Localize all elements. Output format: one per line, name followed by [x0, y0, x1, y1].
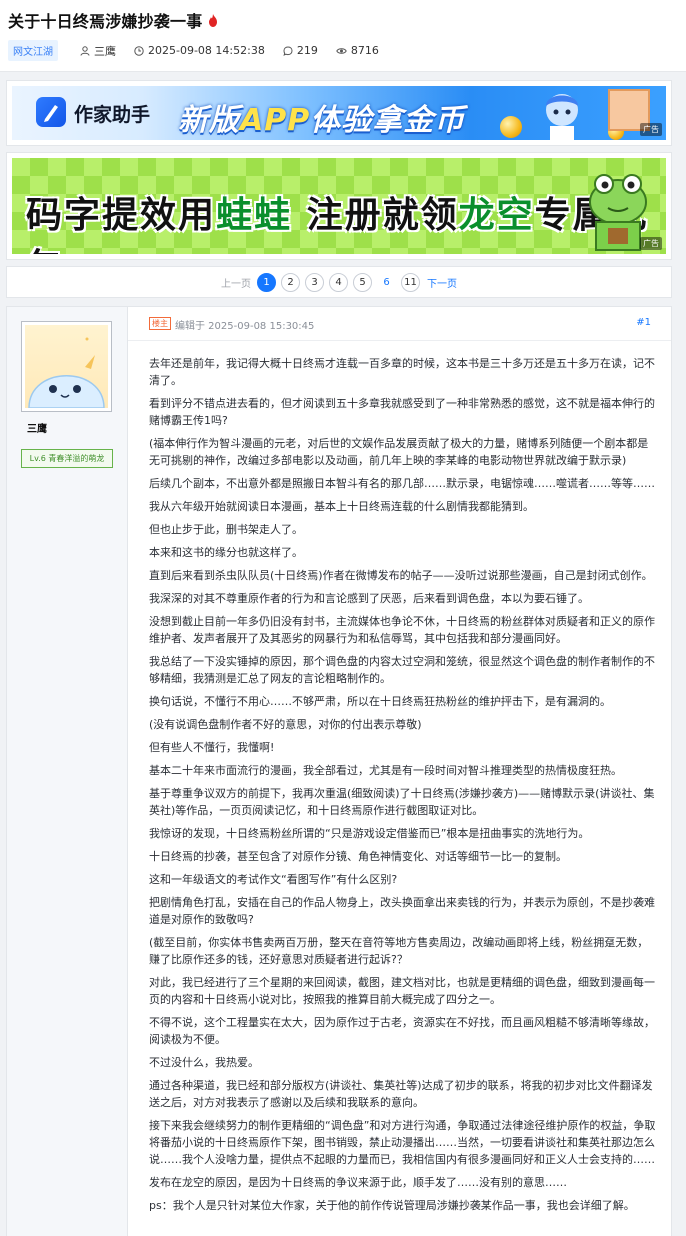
post-paragraph: ps：我个人是只针对某位大作家，关于他的前作传说管理局涉嫌抄袭某作品一事，我也会… — [149, 1199, 635, 1212]
post-paragraph: 对此，我已经进行了三个星期的来回阅读，截图，建文档对比，也就是更精细的调色盘，细… — [149, 976, 655, 1006]
post-paragraph: 不得不说，这个工程量实在太大，因为原作过于古老，资源实在不好找，而且画风粗糙不够… — [149, 1016, 655, 1046]
post-author-name[interactable]: 三鹰 — [27, 420, 47, 435]
ad-banner-writer-app-image[interactable]: 作家助手 新版APP体验拿金币 广告 — [12, 86, 666, 140]
floor-number-link[interactable]: #1 — [636, 317, 651, 328]
avatar[interactable] — [21, 321, 112, 412]
post-paragraph: (福本伸行作为智斗漫画的元老，对后世的文娱作品发展贡献了极大的力量，赌博系列随便… — [149, 437, 649, 467]
post-paragraph: 后续几个副本，不出意外都是照搬日本智斗有名的那几部……默示录，电锯惊魂……噬谎者… — [149, 477, 655, 490]
post-paragraph: 基本二十年来市面流行的漫画，我全部看过，尤其是有一段时间对智斗推理类型的热情极度… — [149, 764, 622, 777]
thread-meta: 网文江湖 三鹰 2025-09-08 14:52:38 219 8716 — [8, 40, 397, 61]
op-badge: 楼主 — [149, 317, 171, 330]
ad-banner-wawa[interactable]: 码字提效用蛙蛙 注册就领龙空专属礼包 广告 — [6, 152, 672, 260]
ad2-slogan: 码字提效用蛙蛙 注册就领龙空专属礼包 — [26, 186, 666, 254]
post-paragraph: 本来和这书的缘分也就这样了。 — [149, 546, 303, 559]
post-paragraph: 不过没什么，我热爱。 — [149, 1056, 259, 1069]
page-3-button[interactable]: 3 — [305, 273, 324, 292]
ad1-slogan-part: 新版 — [178, 103, 240, 138]
thread-header: 关于十日终焉涉嫌抄袭一事 网文江湖 三鹰 2025-09-08 14:52:38… — [0, 0, 686, 72]
post-paragraph: 我总结了一下没实锤掉的原因，那个调色盘的内容太过空洞和笼统，很显然这个调色盘的制… — [149, 655, 655, 685]
ad1-slogan-part: 体验拿金币 — [310, 103, 466, 138]
ad2-slogan-part: 注册就领 — [306, 195, 459, 236]
prev-page-link[interactable]: 上一页 — [221, 275, 251, 290]
post-paragraph: 接下来我会继续努力的制作更精细的“调色盘”和对方进行沟通，争取通过法律途径维护原… — [149, 1119, 656, 1166]
clock-icon — [134, 45, 144, 56]
post-paragraph: 我从六年级开始就阅读日本漫画，基本上十日终焉连载的什么剧情我都能猜到。 — [149, 500, 534, 513]
page-4-button[interactable]: 4 — [329, 273, 348, 292]
hot-fire-icon — [209, 13, 218, 27]
post-paragraph: 我惊讶的发现，十日终焉粉丝所谓的“只是游戏设定借鉴而已”根本是扭曲事实的洗地行为… — [149, 827, 590, 840]
post-paragraph: 换句话说，不懂行不用心……不够严肃，所以在十日终焉狂热粉丝的维护抨击下，是有漏洞… — [149, 695, 611, 708]
post-author-sidebar: 三鹰 Lv.6 青春洋溢的萌龙 — [7, 307, 128, 1236]
post-header: 楼主 编辑于 2025-09-08 15:30:45 #1 — [128, 307, 671, 341]
coin-icon — [500, 116, 522, 138]
ad1-tag: 广告 — [640, 123, 662, 136]
view-meta: 8716 — [336, 44, 379, 57]
post-paragraph: 但有些人不懂行，我懂啊! — [149, 741, 275, 754]
post-paragraph: 但也止步于此，删书架走人了。 — [149, 523, 303, 536]
ad1-slogan-highlight: APP — [240, 103, 311, 138]
post-paragraph: 去年还是前年，我记得大概十日终焉才连载一百多章的时候，这本书是三十多万还是五十多… — [149, 357, 655, 387]
page-6-button[interactable]: 6 — [377, 273, 396, 292]
ad2-slogan-part: 码字提效用 — [26, 195, 217, 236]
ad2-slogan-highlight: 龙空 — [458, 195, 535, 236]
thread-title: 关于十日终焉涉嫌抄袭一事 — [8, 12, 203, 31]
time-meta: 2025-09-08 14:52:38 — [134, 44, 265, 57]
page-1-button[interactable]: 1 — [257, 273, 276, 292]
post-paragraph: (没有说调色盘制作者不好的意思，对你的付出表示尊敬) — [149, 718, 422, 731]
title-row: 关于十日终焉涉嫌抄袭一事 — [8, 8, 218, 32]
post-paragraph: 这和一年级语文的考试作文“看图写作”有什么区别? — [149, 873, 398, 886]
ad2-tag: 广告 — [640, 237, 662, 250]
page-5-button[interactable]: 5 — [353, 273, 372, 292]
mascot-icon — [546, 94, 578, 140]
eye-icon — [336, 47, 347, 54]
comment-meta: 219 — [283, 44, 318, 57]
author-name: 三鹰 — [94, 44, 116, 58]
post-paragraph: 十日终焉的抄袭，甚至包含了对原作分镜、角色神情变化、对话等细节一比一的复制。 — [149, 850, 567, 863]
view-count: 8716 — [350, 44, 379, 57]
post-paragraph: 我深深的对其不尊重原作者的行为和言论感到了厌恶，后来看到调色盘，本以为要石锤了。 — [149, 592, 589, 605]
post-time: 2025-09-08 14:52:38 — [148, 44, 265, 57]
ad1-slogan: 新版APP体验拿金币 — [178, 95, 465, 139]
page-11-button[interactable]: 11 — [401, 273, 420, 292]
post-paragraph: 发布在龙空的原因，是因为十日终焉的争议来源于此，顺手发了……没有别的意思…… — [149, 1176, 567, 1189]
comment-count: 219 — [296, 44, 318, 57]
post-paragraph: (截至目前，你实体书售卖两百万册，整天在音符等地方售卖周边，改编动画即将上线，粉… — [149, 936, 649, 966]
user-icon — [80, 45, 90, 56]
author-meta[interactable]: 三鹰 — [80, 43, 116, 59]
ad2-slogan-highlight: 蛙蛙 — [216, 195, 293, 236]
ad-banner-writer-app[interactable]: 作家助手 新版APP体验拿金币 广告 — [6, 80, 672, 146]
comment-icon — [283, 45, 293, 56]
pagination-bar: 上一页 1 2 3 4 5 6 11 下一页 — [6, 266, 672, 298]
dragon-avatar-icon — [28, 337, 105, 408]
post-paragraph: 直到后来看到杀虫队队员(十日终焉)作者在微博发布的帖子——没听过说那些漫画，自己… — [149, 569, 653, 582]
post-paragraph: 没想到截止目前一年多仍旧没有封书，主流媒体也争论不休，十日终焉的粉丝群体对质疑者… — [149, 615, 655, 645]
ad1-brand: 作家助手 — [74, 104, 151, 126]
ad-banner-wawa-image[interactable]: 码字提效用蛙蛙 注册就领龙空专属礼包 广告 — [12, 158, 666, 254]
post-paragraph: 通过各种渠道，我已经和部分版权方(讲谈社、集英社等)达成了初步的联系，将我的初步… — [149, 1079, 653, 1109]
post-paragraph: 把剧情角色打乱，安插在自己的作品人物身上，改头换面拿出来卖钱的行为，并表示为原创… — [149, 896, 655, 926]
next-page-link[interactable]: 下一页 — [427, 275, 457, 290]
edit-time: 编辑于 2025-09-08 15:30:45 — [175, 321, 315, 332]
level-badge: Lv.6 青春洋溢的萌龙 — [21, 449, 113, 468]
post-paragraph: 看到评分不错点进去看的，但才阅读到五十多章我就感受到了一种非常熟悉的感觉，这不就… — [149, 397, 655, 427]
category-badge[interactable]: 网文江湖 — [8, 40, 58, 61]
avatar-image — [25, 325, 108, 408]
post-paragraph: 基于尊重争议双方的前提下，我再次重温(细致阅读)了十日终焉(涉嫌抄袭方)——赌博… — [149, 787, 655, 817]
page-2-button[interactable]: 2 — [281, 273, 300, 292]
pagination: 上一页 1 2 3 4 5 6 11 下一页 — [221, 273, 457, 292]
post-content: 去年还是前年，我记得大概十日终焉才连载一百多章的时候，这本书是三十多万还是五十多… — [149, 355, 657, 1220]
writer-app-logo-icon — [36, 97, 66, 127]
post-floor-1: 三鹰 Lv.6 青春洋溢的萌龙 楼主 编辑于 2025-09-08 15:30:… — [6, 306, 672, 1236]
